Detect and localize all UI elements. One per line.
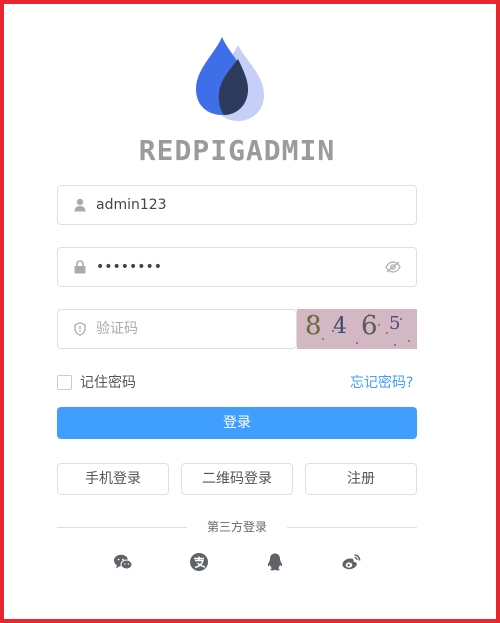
login-page: REDPIGADMIN admin123 验证码 8 4 6 5 记住密码 忘记… [0, 0, 500, 623]
alipay-icon[interactable] [189, 552, 209, 572]
logo-drop-icon [196, 37, 264, 121]
captcha-char: 6 [361, 311, 378, 341]
remember-checkbox[interactable] [57, 374, 72, 390]
remember-password[interactable]: 记住密码 [57, 372, 136, 392]
weibo-icon[interactable] [341, 552, 361, 572]
third-party-divider: 第三方登录 [57, 519, 417, 535]
lock-icon [72, 259, 88, 275]
app-title: REDPIGADMIN [138, 134, 336, 167]
captcha-image[interactable]: 8 4 6 5 [297, 309, 417, 349]
shield-icon [72, 321, 88, 337]
captcha-field[interactable] [57, 309, 297, 349]
qrcode-login-button[interactable]: 二维码登录 [181, 463, 293, 495]
password-field[interactable] [57, 247, 417, 287]
third-party-label: 第三方登录 [206, 520, 267, 534]
user-icon [72, 197, 88, 213]
eye-hidden-icon[interactable] [384, 258, 402, 276]
qq-icon[interactable] [265, 552, 285, 572]
captcha-input[interactable] [96, 311, 296, 347]
username-field[interactable] [57, 185, 417, 225]
phone-login-button[interactable]: 手机登录 [57, 463, 169, 495]
forgot-password-link[interactable]: 忘记密码? [350, 372, 413, 392]
captcha-char: 5 [389, 313, 401, 334]
username-input[interactable] [96, 187, 416, 223]
password-input[interactable] [96, 249, 384, 285]
remember-label: 记住密码 [80, 375, 136, 391]
wechat-icon[interactable] [113, 552, 133, 572]
login-button[interactable]: 登录 [57, 407, 417, 439]
register-button[interactable]: 注册 [305, 463, 417, 495]
captcha-char: 8 [305, 311, 322, 341]
captcha-char: 4 [333, 314, 347, 339]
